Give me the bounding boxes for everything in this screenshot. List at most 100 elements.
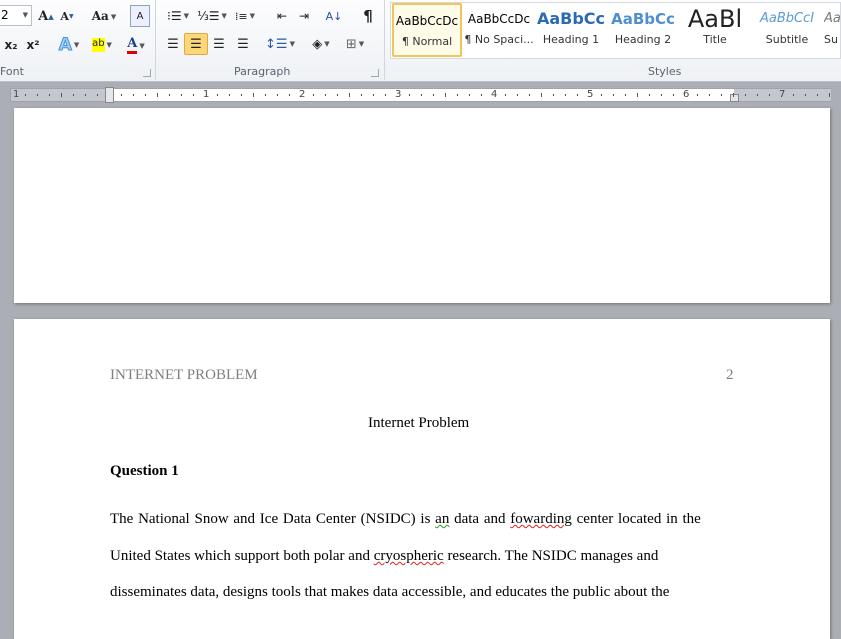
ruler-tick <box>673 94 674 96</box>
paragraph-dialog-launcher[interactable] <box>371 69 379 77</box>
highlight-button[interactable]: ab ▼ <box>87 34 117 56</box>
grow-font-button[interactable]: A ▲ <box>36 5 56 27</box>
ruler-tick <box>193 94 194 96</box>
style-heading-2[interactable]: AaBbCc Heading 2 <box>608 3 678 57</box>
ruler-tick <box>817 94 818 96</box>
ruler-tick <box>721 94 722 96</box>
decrease-indent-button[interactable]: ⇤ <box>272 5 292 27</box>
ruler-tick <box>457 94 458 96</box>
borders-button[interactable]: ⊞ ▼ <box>341 33 369 55</box>
style-heading-1[interactable]: AaBbCc Heading 1 <box>536 3 606 57</box>
paragraph-line-2: United States which support both polar a… <box>110 548 659 564</box>
ruler-tick <box>697 94 698 96</box>
justify-button[interactable]: ☰ <box>232 33 254 55</box>
ruler-tick <box>73 94 74 96</box>
ruler-tick <box>529 94 530 96</box>
horizontal-ruler[interactable]: 1 1 2 3 4 5 6 7 <box>10 87 831 103</box>
ruler-tick <box>289 94 290 96</box>
ruler-tick <box>169 94 170 96</box>
numbering-button[interactable]: ⅓☰ ▼ <box>197 5 227 27</box>
superscript-button[interactable]: x² <box>24 34 42 56</box>
ruler-tick <box>25 94 26 96</box>
ruler-tick <box>637 93 638 97</box>
ruler-tick <box>49 94 50 96</box>
font-dialog-launcher[interactable] <box>143 69 151 77</box>
ruler-tick <box>361 94 362 96</box>
multilevel-list-button[interactable]: ⁞≡ ▼ <box>232 5 258 27</box>
page-2: INTERNET PROBLEM 2 Internet Problem Ques… <box>14 319 830 639</box>
header-page-number: 2 <box>726 367 734 383</box>
show-marks-button[interactable]: ¶ <box>358 5 378 27</box>
page-1 <box>14 108 830 303</box>
style-no-spacing[interactable]: AaBbCcDc ¶ No Spaci... <box>464 3 534 57</box>
change-case-button[interactable]: Aa ▼ <box>90 5 118 27</box>
ruler-tick <box>505 94 506 96</box>
ruler-tick <box>625 94 626 96</box>
align-left-button[interactable]: ☰ <box>162 33 184 55</box>
sort-button[interactable]: A↓ <box>324 5 344 27</box>
ruler-tick <box>517 94 518 96</box>
ruler-tick <box>97 94 98 96</box>
ruler-tick <box>349 93 350 97</box>
document-title: Internet Problem <box>368 415 470 431</box>
style-subtle-emphasis[interactable]: Aa Su <box>824 3 841 57</box>
ruler-tick <box>337 94 338 96</box>
right-indent-marker[interactable] <box>730 94 739 102</box>
ruler-tick <box>325 94 326 96</box>
align-center-button[interactable]: ☰ <box>184 33 208 55</box>
ruler-tick <box>793 94 794 96</box>
ruler-tick <box>709 94 710 96</box>
shrink-font-button[interactable]: A ▼ <box>58 5 76 27</box>
increase-indent-button[interactable]: ⇥ <box>294 5 314 27</box>
ruler-tick <box>661 94 662 96</box>
ruler-tick <box>145 94 146 96</box>
ruler-tick <box>769 94 770 96</box>
line-spacing-button[interactable]: ↕☰ ▼ <box>265 33 295 55</box>
ruler-tick <box>373 94 374 96</box>
clear-formatting-icon[interactable]: A <box>130 5 150 27</box>
ruler-tick <box>805 94 806 96</box>
paragraph-group-label: Paragraph <box>234 65 291 78</box>
ruler-tick <box>241 94 242 96</box>
ribbon: 2 ▼ A ▲ A ▼ Aa ▼ A x₂ x² A ▼ ab ▼ A ▼ Font ⁝☰ ▼ … <box>0 0 841 82</box>
ruler-tick <box>409 94 410 96</box>
ruler-tick <box>481 94 482 96</box>
ruler-tick <box>85 94 86 96</box>
ruler-tick <box>469 94 470 96</box>
ruler-tick <box>601 94 602 96</box>
font-color-button[interactable]: A ▼ <box>122 34 150 56</box>
question-heading: Question 1 <box>110 463 179 479</box>
ruler-tick <box>577 94 578 96</box>
subscript-button[interactable]: x₂ <box>2 34 20 56</box>
ruler-tick <box>253 93 254 97</box>
text-effects-button[interactable]: A ▼ <box>56 34 82 56</box>
ruler-tick <box>277 94 278 96</box>
ruler-tick <box>217 94 218 96</box>
ruler-tick <box>541 93 542 97</box>
style-title[interactable]: AaBl Title <box>680 3 750 57</box>
ruler-tick <box>313 94 314 96</box>
ruler-tick <box>385 94 386 96</box>
ruler-tick <box>181 94 182 96</box>
indent-marker[interactable] <box>105 87 114 103</box>
ruler-tick <box>745 94 746 96</box>
align-right-button[interactable]: ☰ <box>208 33 230 55</box>
style-subtitle[interactable]: AaBbCcI Subtitle <box>752 3 822 57</box>
paragraph-line-3: disseminates data, designs tools that ma… <box>110 584 670 600</box>
style-normal[interactable]: AaBbCcDc ¶ Normal <box>392 3 462 57</box>
ruler-tick <box>613 94 614 96</box>
ruler-tick <box>133 94 134 96</box>
bullets-button[interactable]: ⁝☰ ▼ <box>164 5 192 27</box>
ruler-tick <box>565 94 566 96</box>
ruler-tick <box>37 94 38 96</box>
ruler-tick <box>649 94 650 96</box>
font-size-box[interactable]: 2 ▼ <box>0 5 32 26</box>
font-group-label: Font <box>0 65 24 78</box>
styles-group-label: Styles <box>648 65 682 78</box>
paragraph-line-1: The National Snow and Ice Data Center (N… <box>110 511 701 527</box>
ruler-tick <box>433 94 434 96</box>
ruler-tick <box>229 94 230 96</box>
ruler-tick <box>61 93 62 97</box>
shading-button[interactable]: ◈ ▼ <box>307 33 335 55</box>
ruler-tick <box>421 94 422 96</box>
